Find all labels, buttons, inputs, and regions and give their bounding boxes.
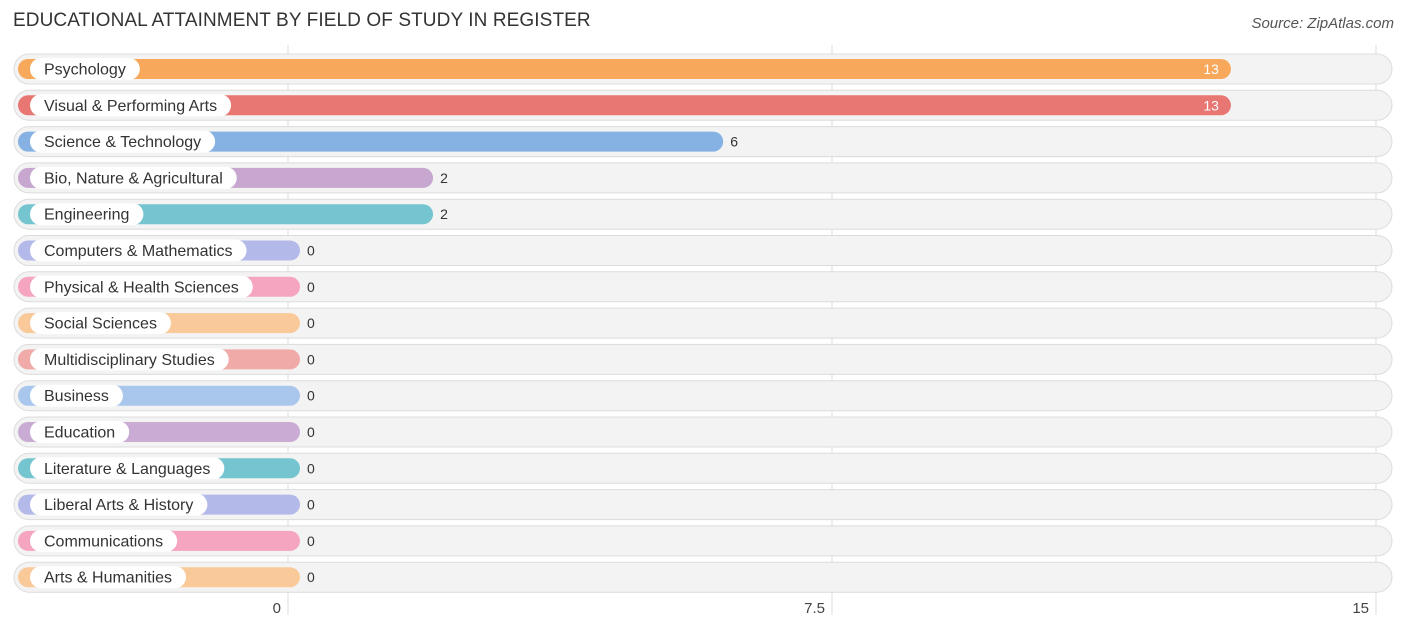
bar-row: Computers & Mathematics 0 [13, 235, 1393, 266]
value-label: 2 [440, 206, 448, 222]
category-label: Physical & Health Sciences [44, 279, 239, 296]
value-label: 13 [1203, 61, 1219, 77]
category-label: Psychology [44, 62, 126, 79]
category-label: Liberal Arts & History [44, 497, 193, 514]
bar-row: Arts & Humanities 0 [13, 561, 1393, 593]
value-label: 0 [307, 424, 315, 440]
bar-row: Multidisciplinary Studies 0 [13, 343, 1393, 375]
x-tick-label: 15 [1352, 600, 1369, 617]
category-label: Science & Technology [44, 134, 201, 151]
bar-chart: Psychology 13 Visual & Performing Arts 13 Sc… [13, 45, 1393, 617]
category-label: Communications [44, 533, 163, 550]
bar-row: Psychology 13 [13, 53, 1393, 85]
bar-row: Physical & Health Sciences 0 [13, 271, 1393, 303]
value-label: 0 [307, 497, 315, 513]
x-tick-label: 7.5 [804, 600, 825, 617]
category-label: Bio, Nature & Agricultural [44, 170, 223, 187]
bar-row: Education 0 [13, 416, 1393, 448]
category-label: Social Sciences [44, 316, 157, 333]
bar-row: Social Sciences 0 [13, 307, 1393, 339]
category-label: Education [44, 425, 115, 442]
value-label: 0 [307, 460, 315, 476]
value-label: 13 [1203, 97, 1219, 113]
value-label: 2 [440, 170, 448, 186]
category-label: Computers & Mathematics [44, 243, 233, 260]
value-label: 6 [730, 134, 738, 150]
bar-row: Business 0 [13, 380, 1393, 412]
value-label: 0 [307, 388, 315, 404]
bar-row: Literature & Languages 0 [13, 452, 1393, 484]
value-label: 0 [307, 569, 315, 585]
bar-row: Bio, Nature & Agricultural 2 [13, 162, 1393, 194]
rows-layer: Psychology 13 Visual & Performing Arts 13 Sc… [13, 53, 1393, 593]
category-label: Business [44, 388, 109, 405]
category-label: Visual & Performing Arts [44, 98, 217, 115]
category-label: Engineering [44, 207, 129, 224]
bar-row: Engineering 2 [13, 198, 1393, 230]
category-label: Multidisciplinary Studies [44, 352, 215, 369]
value-label: 0 [307, 533, 315, 549]
x-tick-label: 0 [273, 600, 281, 617]
bar-row: Visual & Performing Arts 13 [13, 89, 1393, 121]
x-axis-ticks: 0 7.5 15 [273, 600, 1369, 617]
value-label: 0 [307, 351, 315, 367]
value-label: 0 [307, 243, 315, 259]
bar-row: Communications 0 [13, 525, 1393, 557]
value-label: 0 [307, 279, 315, 295]
category-label: Literature & Languages [44, 461, 210, 478]
bar-row: Science & Technology 6 [13, 126, 1393, 158]
value-label: 0 [307, 315, 315, 331]
bar[interactable] [18, 59, 1231, 79]
category-label: Arts & Humanities [44, 570, 172, 587]
bar-row: Liberal Arts & History 0 [13, 489, 1393, 521]
